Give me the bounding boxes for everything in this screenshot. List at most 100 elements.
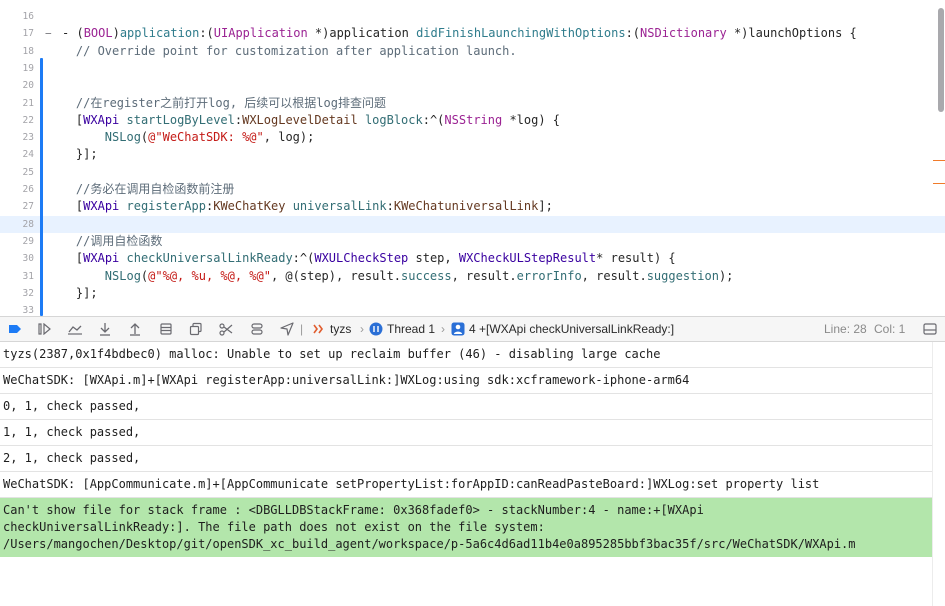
line-number[interactable]: 25 — [0, 164, 34, 181]
environment-overrides-button[interactable] — [217, 321, 235, 337]
code-line[interactable]: 32 }]; — [0, 285, 945, 302]
line-number[interactable]: 18 — [0, 43, 34, 60]
code-line[interactable]: 16 — [0, 8, 945, 25]
console-log-line: 2, 1, check passed, — [0, 446, 933, 472]
console-log-line: WeChatSDK: [AppCommunicate.m]+[AppCommun… — [0, 472, 933, 498]
line-number[interactable]: 31 — [0, 268, 34, 285]
code-line[interactable]: 24 }]; — [0, 146, 945, 163]
line-number[interactable]: 30 — [0, 250, 34, 267]
code-text[interactable]: NSLog(@"%@, %u, %@, %@", @(step), result… — [47, 268, 734, 285]
code-line-current[interactable]: 28 — [0, 215, 945, 233]
code-line[interactable]: 23 NSLog(@"WeChatSDK: %@", log); — [0, 129, 945, 146]
step-out-icon — [130, 323, 140, 336]
code-line[interactable]: 29 //调用自检函数 — [0, 233, 945, 250]
code-line[interactable]: 21 //在register之前打开log, 后续可以根据log排查问题 — [0, 95, 945, 112]
line-number[interactable]: 24 — [0, 146, 34, 163]
code-text[interactable]: [WXApi registerApp:KWeChatKey universalL… — [47, 198, 553, 215]
continue-button[interactable] — [36, 321, 54, 337]
simulate-location-button[interactable] — [248, 321, 266, 337]
code-line[interactable]: 27 [WXApi registerApp:KWeChatKey univers… — [0, 198, 945, 215]
fold-ribbon-icon[interactable]: − — [45, 25, 52, 42]
code-text[interactable]: //在register之前打开log, 后续可以根据log排查问题 — [47, 95, 386, 112]
code-line[interactable]: 33 — [0, 302, 945, 316]
layers-icon — [189, 322, 202, 336]
step-over-icon — [68, 325, 82, 335]
code-line[interactable]: 20 — [0, 77, 945, 94]
console-output[interactable]: tyzs(2387,0x1f4bdbec0) malloc: Unable to… — [0, 342, 945, 606]
toggle-debug-area-button[interactable] — [6, 321, 24, 337]
line-number[interactable]: 29 — [0, 233, 34, 250]
code-text[interactable]: [WXApi checkUniversalLinkReady:^(WXULChe… — [47, 250, 676, 267]
source-change-bar — [40, 58, 43, 316]
breadcrumb-thread-label: Thread 1 — [387, 322, 436, 336]
line-number[interactable]: 19 — [0, 60, 34, 77]
line-number[interactable]: 16 — [0, 8, 34, 25]
code-line[interactable]: 26 //务必在调用自检函数前注册 — [0, 181, 945, 198]
step-over-button[interactable] — [66, 321, 84, 337]
location-button[interactable] — [278, 321, 296, 337]
line-number[interactable]: 27 — [0, 198, 34, 215]
console-log-line: 1, 1, check passed, — [0, 420, 933, 446]
toggles-icon — [251, 323, 263, 335]
line-number[interactable]: 28 — [0, 216, 34, 233]
code-text[interactable]: //务必在调用自检函数前注册 — [47, 181, 234, 198]
code-text[interactable]: }]; — [47, 146, 98, 163]
console-log-line: tyzs(2387,0x1f4bdbec0) malloc: Unable to… — [0, 342, 933, 368]
cursor-column: Col: 1 — [874, 322, 906, 336]
code-editor[interactable]: 16 17− - (BOOL)application:(UIApplication … — [0, 0, 945, 316]
stack-icon — [160, 323, 172, 335]
thread-icon — [369, 322, 383, 336]
code-text[interactable]: - (BOOL)application:(UIApplication *)app… — [62, 25, 857, 42]
console-log-line: WeChatSDK: [WXApi.m]+[WXApi registerApp:… — [0, 368, 933, 394]
breadcrumb-chevron: › — [360, 322, 364, 336]
location-arrow-icon — [280, 322, 294, 336]
toggle-console-button[interactable] — [921, 321, 939, 337]
editor-scrollbar-thumb[interactable] — [938, 8, 944, 112]
code-line[interactable]: 30 [WXApi checkUniversalLinkReady:^(WXUL… — [0, 250, 945, 267]
graph-icon — [219, 323, 233, 336]
cursor-line: Line: 28 — [824, 322, 867, 336]
view-hierarchy-button[interactable] — [157, 321, 175, 337]
breadcrumb-target[interactable]: tyzs — [312, 317, 351, 341]
memory-graph-button[interactable] — [187, 321, 205, 337]
line-number[interactable]: 21 — [0, 95, 34, 112]
debug-bar: | tyzs › Thread 1 › 4 +[WXApi checkUnive… — [0, 316, 945, 342]
line-number[interactable]: 17 — [0, 25, 34, 42]
code-text[interactable]: [WXApi startLogByLevel:WXLogLevelDetail … — [47, 112, 560, 129]
console-scrollbar[interactable] — [932, 342, 945, 606]
editor-scrollbar[interactable] — [936, 0, 945, 316]
code-text[interactable]: // Override point for customization afte… — [47, 43, 517, 60]
step-out-button[interactable] — [126, 321, 144, 337]
minimap-marker — [933, 160, 945, 161]
breadcrumb-frame-label: 4 +[WXApi checkUniversalLinkReady:] — [469, 322, 675, 336]
code-text[interactable]: NSLog(@"WeChatSDK: %@", log); — [47, 129, 315, 146]
code-line[interactable]: 18 // Override point for customization a… — [0, 43, 945, 60]
code-text[interactable]: //调用自检函数 — [47, 233, 162, 250]
console-error-message: Can't show file for stack frame : <DBGLL… — [0, 498, 933, 557]
line-number[interactable]: 26 — [0, 181, 34, 198]
debug-area-icon — [9, 325, 21, 333]
panel-icon — [923, 323, 937, 335]
code-line[interactable]: 25 — [0, 164, 945, 181]
breadcrumb-target-label: tyzs — [330, 322, 352, 336]
code-line[interactable]: 22 [WXApi startLogByLevel:WXLogLevelDeta… — [0, 112, 945, 129]
line-number[interactable]: 32 — [0, 285, 34, 302]
minimap-marker — [933, 183, 945, 184]
step-into-button[interactable] — [96, 321, 114, 337]
breadcrumb-thread[interactable]: Thread 1 — [369, 317, 435, 341]
step-into-icon — [100, 323, 110, 336]
breadcrumb-frame[interactable]: 4 +[WXApi checkUniversalLinkReady:] — [451, 317, 674, 341]
code-line[interactable]: 17− - (BOOL)application:(UIApplication *)… — [0, 25, 945, 42]
code-line[interactable]: 19 — [0, 60, 945, 77]
breadcrumb-chevron: › — [441, 322, 445, 336]
user-frame-icon — [451, 322, 465, 336]
line-number[interactable]: 20 — [0, 77, 34, 94]
breadcrumb-separator: | — [300, 322, 304, 336]
code-text[interactable]: }]; — [47, 285, 98, 302]
line-number[interactable]: 22 — [0, 112, 34, 129]
app-target-icon — [313, 324, 323, 334]
code-line[interactable]: 31 NSLog(@"%@, %u, %@, %@", @(step), res… — [0, 268, 945, 285]
line-number[interactable]: 33 — [0, 302, 34, 316]
console-log-line: 0, 1, check passed, — [0, 394, 933, 420]
line-number[interactable]: 23 — [0, 129, 34, 146]
